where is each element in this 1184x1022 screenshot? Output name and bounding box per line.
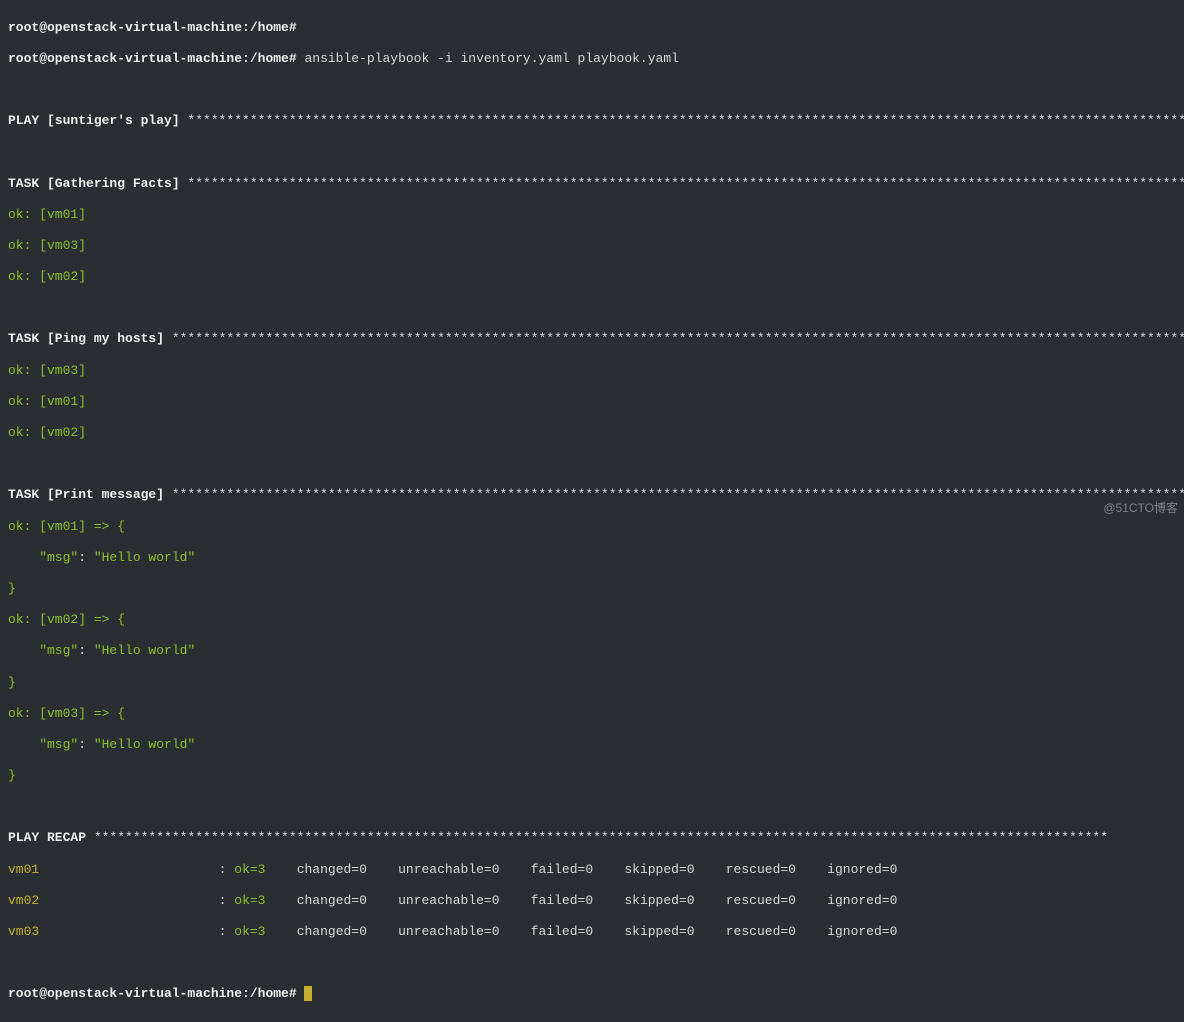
ok-line: ok: [vm02] [8, 425, 1176, 441]
colon: : [219, 924, 235, 939]
ok-line: ok: [vm03] [8, 238, 1176, 254]
command-text: ansible-playbook -i inventory.yaml playb… [304, 51, 678, 66]
stars: ****************************************… [187, 113, 1184, 128]
ok-line: ok: [vm02] [8, 269, 1176, 285]
prompt: root@openstack-virtual-machine:/home# [8, 20, 297, 35]
stars: ****************************************… [94, 830, 1108, 845]
cursor-icon [304, 986, 312, 1001]
stars: ****************************************… [172, 487, 1184, 502]
msg-val: "Hello world" [94, 550, 195, 565]
host-name: vm01 [8, 862, 219, 877]
result-host: ok: [vm03] => { [8, 706, 1176, 722]
msg-val: "Hello world" [94, 643, 195, 658]
stars: ****************************************… [187, 176, 1184, 191]
recap-stats: changed=0 unreachable=0 failed=0 skipped… [265, 893, 897, 908]
ok-count: ok=3 [234, 893, 265, 908]
colon: : [219, 893, 235, 908]
ok-count: ok=3 [234, 862, 265, 877]
host-name: vm03 [8, 924, 219, 939]
recap-header: PLAY RECAP [8, 830, 94, 845]
play-header: PLAY [suntiger's play] [8, 113, 187, 128]
result-host: ok: [vm02] => { [8, 612, 1176, 628]
task-header: TASK [Gathering Facts] [8, 176, 187, 191]
recap-stats: changed=0 unreachable=0 failed=0 skipped… [265, 924, 897, 939]
prompt: root@openstack-virtual-machine:/home# [8, 986, 304, 1001]
host-name: vm02 [8, 893, 219, 908]
msg-val: "Hello world" [94, 737, 195, 752]
task-header: TASK [Ping my hosts] [8, 331, 172, 346]
msg-sep: : [78, 550, 94, 565]
msg-sep: : [78, 643, 94, 658]
prompt: root@openstack-virtual-machine:/home# [8, 51, 297, 66]
msg-key: "msg" [8, 737, 78, 752]
recap-stats: changed=0 unreachable=0 failed=0 skipped… [265, 862, 897, 877]
ok-line: ok: [vm03] [8, 363, 1176, 379]
task-header: TASK [Print message] [8, 487, 172, 502]
msg-sep: : [78, 737, 94, 752]
brace-close: } [8, 581, 1176, 597]
brace-close: } [8, 768, 1176, 784]
brace-close: } [8, 675, 1176, 691]
ok-line: ok: [vm01] [8, 207, 1176, 223]
watermark: @51CTO博客 [1103, 501, 1178, 515]
terminal-output[interactable]: root@openstack-virtual-machine:/home# ro… [0, 0, 1184, 1022]
ok-count: ok=3 [234, 924, 265, 939]
ok-line: ok: [vm01] [8, 394, 1176, 410]
stars: ****************************************… [172, 331, 1184, 346]
msg-key: "msg" [8, 643, 78, 658]
msg-key: "msg" [8, 550, 78, 565]
colon: : [219, 862, 235, 877]
